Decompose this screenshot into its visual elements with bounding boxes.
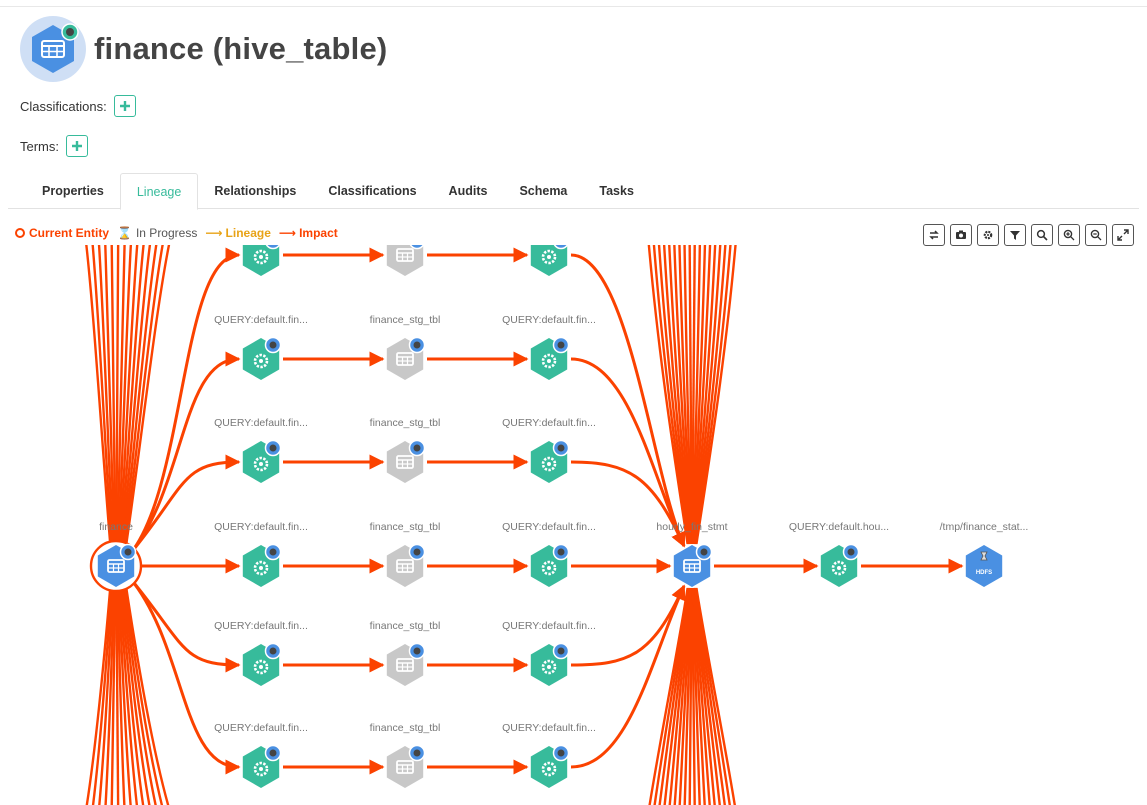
process-node-icon[interactable] <box>530 439 570 484</box>
svg-text:HDFS: HDFS <box>976 570 992 576</box>
lineage-graph[interactable]: HDFS QUERY:default.fin... finance_stg_tbl Q… <box>0 245 1147 805</box>
table-node-label: finance_stg_tbl <box>370 314 441 326</box>
classifications-label: Classifications: <box>20 98 107 114</box>
query-node-label: QUERY:default.fin... <box>214 620 308 632</box>
legend-current-entity: Current Entity <box>15 226 109 240</box>
process-node-icon[interactable] <box>820 543 860 588</box>
zoom-in-icon <box>1063 229 1075 241</box>
process-node-icon[interactable] <box>530 245 569 276</box>
impact-arrow-icon: ⟶ <box>278 226 297 240</box>
tab-properties[interactable]: Properties <box>26 173 120 209</box>
process-node-icon[interactable] <box>242 642 282 687</box>
filter-icon <box>1010 231 1020 240</box>
camera-icon <box>956 230 966 239</box>
query-node-label: QUERY:default.fin... <box>214 417 308 429</box>
process-node-icon[interactable] <box>242 245 281 276</box>
zoom-in-button[interactable] <box>1058 224 1080 246</box>
plus-icon <box>119 101 130 111</box>
tab-bar: Properties Lineage Relationships Classif… <box>26 173 650 210</box>
ring-icon <box>15 228 25 238</box>
tab-tasks[interactable]: Tasks <box>583 173 650 209</box>
lineage-legend: Current Entity ⌛ In Progress ⟶ Lineage ⟶… <box>15 226 346 240</box>
reset-icon <box>929 230 939 240</box>
process-node-icon[interactable] <box>530 543 570 588</box>
query-node-label: QUERY:default.fin... <box>214 521 308 533</box>
lineage-edge <box>128 454 241 555</box>
deleted-table-node-icon[interactable] <box>386 439 426 484</box>
tab-schema[interactable]: Schema <box>503 173 583 209</box>
legend-in-progress: ⌛ In Progress <box>117 226 198 240</box>
add-term-button[interactable] <box>66 135 88 157</box>
reset-button[interactable] <box>923 224 945 246</box>
terms-row: Terms: <box>20 135 88 157</box>
deleted-table-node-icon[interactable] <box>386 642 426 687</box>
deleted-table-node-icon[interactable] <box>386 245 425 276</box>
query-node-label: QUERY:default.fin... <box>214 314 308 326</box>
legend-impact: ⟶ Impact <box>278 226 338 240</box>
search-icon <box>1036 229 1048 241</box>
lineage-arrow-icon: ⟶ <box>205 226 223 240</box>
query-node-label: QUERY:default.fin... <box>502 314 596 326</box>
query-node-label: QUERY:default.fin... <box>214 722 308 734</box>
top-divider <box>0 6 1147 7</box>
search-button[interactable] <box>1031 224 1053 246</box>
process-node-icon[interactable] <box>242 439 282 484</box>
process-node-icon[interactable] <box>242 336 282 381</box>
export-image-button[interactable] <box>950 224 972 246</box>
process-node-icon[interactable] <box>242 543 282 588</box>
process-node-icon[interactable] <box>530 744 570 789</box>
plus-icon <box>72 141 82 151</box>
query-node-label: QUERY:default.hou... <box>789 521 889 533</box>
tab-relationships[interactable]: Relationships <box>198 173 312 209</box>
table-node-label: finance_stg_tbl <box>370 722 441 734</box>
terms-label: Terms: <box>20 138 59 154</box>
tab-audits[interactable]: Audits <box>433 173 504 209</box>
source-node-label: finance <box>99 521 133 533</box>
hub-node-label: hourly_fin_stmt <box>656 521 727 533</box>
add-classification-button[interactable] <box>113 95 136 117</box>
classifications-row: Classifications: <box>20 95 136 117</box>
process-node-icon[interactable] <box>242 744 282 789</box>
settings-button[interactable] <box>977 224 999 246</box>
fullscreen-icon <box>1117 229 1129 241</box>
process-node-icon[interactable] <box>530 336 570 381</box>
entity-header: finance (hive_table) <box>20 16 388 82</box>
legend-lineage: ⟶ Lineage <box>205 226 271 240</box>
hourglass-icon: ⌛ <box>117 226 132 240</box>
query-node-label: QUERY:default.fin... <box>502 722 596 734</box>
zoom-out-icon <box>1090 229 1102 241</box>
tab-lineage[interactable]: Lineage <box>119 173 199 210</box>
hdfs-path-node-icon[interactable]: HDFS <box>965 545 1003 587</box>
hdfs-node-label: /tmp/finance_stat... <box>940 521 1029 533</box>
lineage-graph-canvas: HDFS QUERY:default.fin... finance_stg_tbl Q… <box>85 245 1029 805</box>
fullscreen-button[interactable] <box>1112 224 1134 246</box>
zoom-out-button[interactable] <box>1085 224 1107 246</box>
deleted-table-node-icon[interactable] <box>386 543 426 588</box>
filter-button[interactable] <box>1004 224 1026 246</box>
table-node-label: finance_stg_tbl <box>370 521 441 533</box>
tab-classifications[interactable]: Classifications <box>312 173 432 209</box>
process-node-icon[interactable] <box>530 642 570 687</box>
table-node-label: finance_stg_tbl <box>370 417 441 429</box>
hive-table-icon <box>20 16 86 82</box>
lineage-edge <box>128 577 241 775</box>
query-node-label: QUERY:default.fin... <box>502 521 596 533</box>
table-node-label: finance_stg_tbl <box>370 620 441 632</box>
deleted-table-node-icon[interactable] <box>386 336 426 381</box>
query-node-label: QUERY:default.fin... <box>502 620 596 632</box>
graph-toolbar <box>923 224 1134 246</box>
deleted-table-node-icon[interactable] <box>386 744 426 789</box>
query-node-label: QUERY:default.fin... <box>502 417 596 429</box>
page-title: finance (hive_table) <box>94 31 388 66</box>
settings-icon <box>983 230 993 240</box>
nodes: HDFS <box>89 245 1003 789</box>
hub-table-node-icon[interactable] <box>673 543 713 588</box>
